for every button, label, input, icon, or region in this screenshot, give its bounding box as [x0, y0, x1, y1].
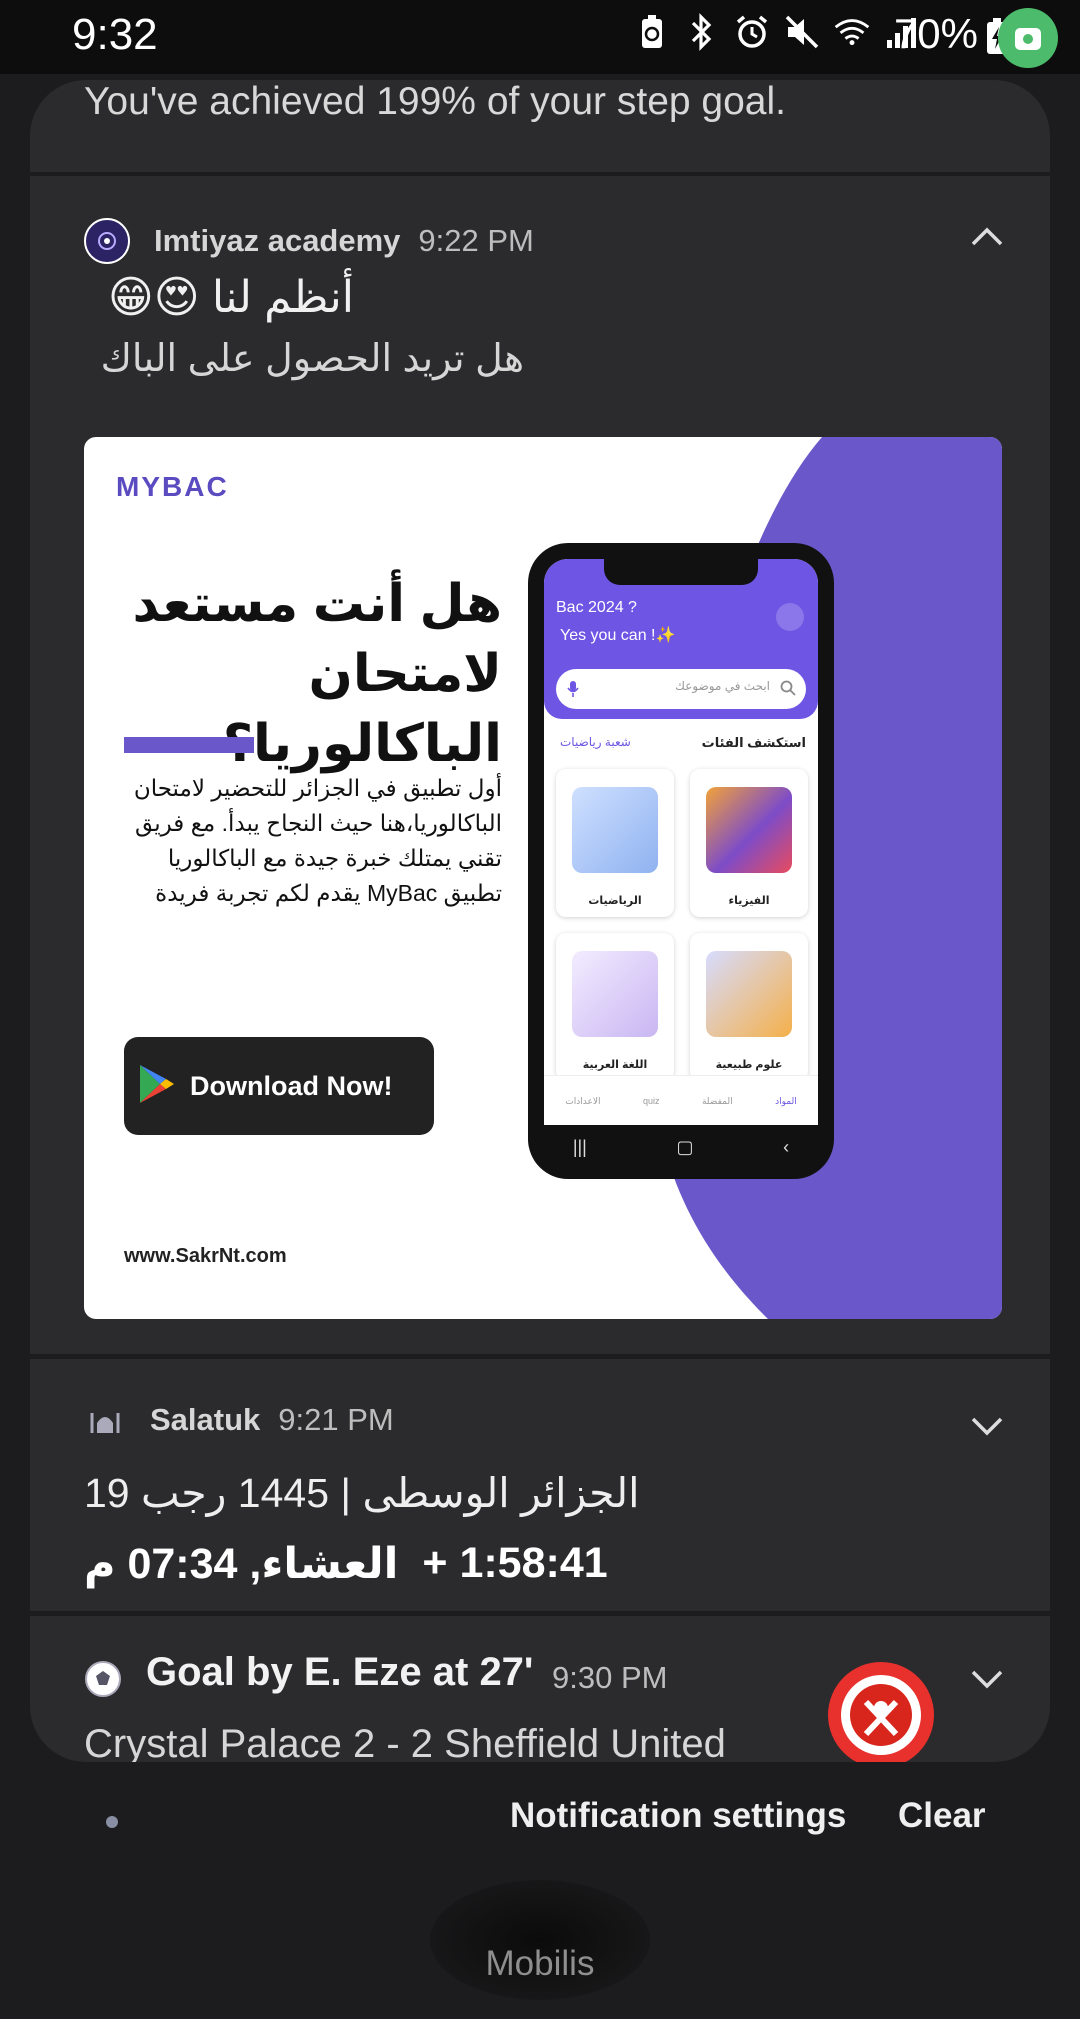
notification-settings-button[interactable]: Notification settings: [510, 1796, 846, 1836]
countdown-timer: + 1:58:41: [422, 1539, 608, 1587]
phone-mockup: Bac 2024 ? Yes you can !✨ ابحث في موضوعك…: [528, 543, 834, 1179]
phone-system-nav: ||| ▢ ‹: [528, 1125, 834, 1169]
mybac-logo: MYBAC: [116, 471, 229, 502]
phone-greeting: Bac 2024 ?: [556, 599, 637, 616]
clear-button[interactable]: Clear: [898, 1796, 986, 1836]
arabic-illustration: [572, 951, 658, 1037]
home-icon: ▢: [676, 1136, 694, 1157]
expand-chevron-icon[interactable]: [970, 1668, 1004, 1695]
alarm-icon: [734, 12, 770, 52]
bluetooth-icon: [684, 12, 720, 52]
mute-icon: [784, 12, 820, 52]
notification-time: 9:22 PM: [418, 223, 534, 258]
goal-notification[interactable]: Goal by E. Eze at 27' 9:30 PM Crystal Pa…: [30, 1616, 1050, 1762]
promo-banner-image[interactable]: MYBAC هل أنت مستعد لامتحان الباكالوريا؟ …: [84, 437, 1002, 1319]
banner-accent-bar: [124, 737, 254, 753]
banner-paragraph: أول تطبيق في الجزائر للتحضير لامتحان الب…: [133, 775, 502, 906]
bell-icon: [776, 603, 804, 631]
card-label: علوم طبيعية: [715, 1059, 783, 1071]
notification-footer: Notification settings Clear: [0, 1780, 1080, 1850]
mic-icon: [567, 681, 579, 697]
phone-nav-item: المواد: [775, 1095, 797, 1106]
carrier-label: Mobilis: [485, 1944, 595, 1983]
notification-header: Salatuk 9:21 PM: [84, 1399, 394, 1441]
card-label: الرياضيات: [588, 895, 642, 907]
download-now-button[interactable]: Download Now!: [124, 1037, 434, 1135]
app-name: Imtiyaz academy: [154, 223, 401, 258]
physics-illustration: [706, 787, 792, 873]
app-name: Salatuk: [150, 1402, 261, 1437]
step-goal-notification[interactable]: You've achieved 199% of your step goal.: [30, 80, 1050, 172]
math-illustration: [572, 787, 658, 873]
wifi-icon: [834, 12, 870, 52]
soccer-ball-icon: [84, 1660, 122, 1703]
notification-body: هل تريد الحصول على الباك: [100, 338, 524, 380]
phone-search-field: ابحث في موضوعك: [556, 669, 806, 709]
phone-nav-item: المفضلة: [701, 1095, 733, 1106]
notification-time: 9:21 PM: [278, 1402, 394, 1437]
phone-card-science: علوم طبيعية: [690, 933, 808, 1081]
salatuk-notification[interactable]: Salatuk 9:21 PM الجزائر الوسطى | 1445 رج…: [30, 1359, 1050, 1611]
mosque-icon: [84, 1399, 126, 1441]
screen-recorder-icon[interactable]: [998, 8, 1058, 68]
phone-search-placeholder: ابحث في موضوعك: [675, 679, 770, 693]
page-indicator-dot: [106, 1816, 118, 1828]
science-illustration: [706, 951, 792, 1037]
phone-nav-item: الاعدادات: [565, 1095, 601, 1106]
step-goal-text: You've achieved 199% of your step goal.: [84, 80, 786, 123]
status-bar: 9:32 70%: [0, 0, 1080, 74]
phone-card-physics: الفيزياء: [690, 769, 808, 917]
sheffield-united-crest: [828, 1662, 934, 1762]
imtiyaz-app-icon: [84, 218, 130, 264]
hijri-date-location: الجزائر الوسطى | 1445 رجب 19: [84, 1470, 640, 1516]
prayer-countdown: العشاء, 07:34 م + 1:58:41: [84, 1539, 608, 1589]
google-play-icon: [138, 1063, 176, 1110]
notification-header: Imtiyaz academy 9:22 PM: [84, 218, 534, 264]
battery-percentage: 70%: [893, 10, 978, 57]
match-score: Crystal Palace 2 - 2 Sheffield United: [84, 1722, 726, 1762]
back-icon: ‹: [783, 1136, 790, 1157]
download-label: Download Now!: [190, 1070, 393, 1101]
phone-notch: [604, 559, 758, 585]
card-label: اللغة العربية: [582, 1059, 648, 1071]
status-icons: [634, 12, 920, 52]
phone-screen: Bac 2024 ? Yes you can !✨ ابحث في موضوعك…: [544, 559, 818, 1125]
prayer-name-time: العشاء, 07:34 م: [84, 1540, 399, 1588]
battery-saver-icon: [634, 12, 670, 52]
goal-title: Goal by E. Eze at 27': [146, 1650, 534, 1694]
recents-icon: |||: [572, 1136, 587, 1157]
notification-time: 9:30 PM: [552, 1660, 668, 1695]
phone-section-link: شعبة رياضيات: [560, 735, 631, 749]
notification-title: أنظم لنا 😍😁: [107, 273, 354, 322]
search-icon: [780, 680, 796, 696]
phone-greeting-sub: Yes you can !✨: [560, 627, 676, 644]
phone-bottom-nav: الاعدادات quiz المفضلة المواد: [544, 1075, 818, 1125]
phone-card-math: الرياضيات: [556, 769, 674, 917]
banner-url: www.SakrNt.com: [124, 1245, 287, 1267]
card-label: الفيزياء: [728, 895, 770, 907]
phone-nav-item: quiz: [642, 1096, 660, 1106]
collapse-chevron-icon[interactable]: [970, 226, 1004, 253]
expand-chevron-icon[interactable]: [970, 1415, 1004, 1442]
phone-section-title: استكشف الفئات: [701, 735, 806, 750]
imtiyaz-notification[interactable]: Imtiyaz academy 9:22 PM أنظم لنا 😍😁 هل ت…: [30, 176, 1050, 1354]
status-clock: 9:32: [72, 10, 158, 59]
phone-card-arabic: اللغة العربية: [556, 933, 674, 1081]
